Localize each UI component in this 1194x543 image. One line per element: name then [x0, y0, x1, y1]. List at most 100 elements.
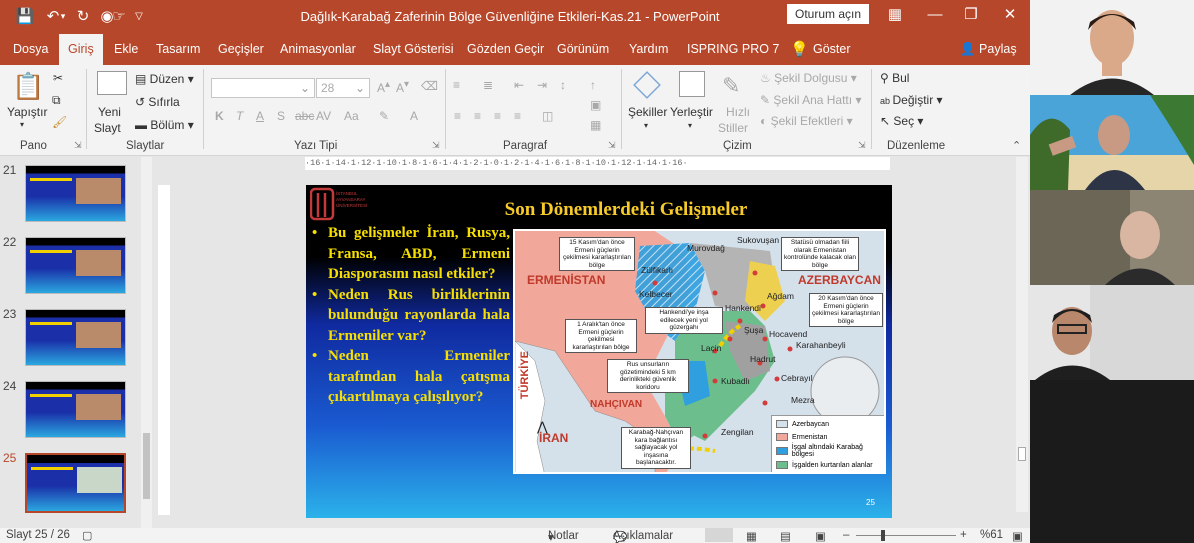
align-right-icon[interactable]: ≡	[494, 109, 501, 123]
shrink-font-icon[interactable]: A▾	[396, 79, 409, 95]
shapes-icon[interactable]	[633, 71, 661, 99]
find-button[interactable]: ⚲ Bul	[880, 71, 909, 85]
karabakh-map[interactable]: ERMENİSTAN AZERBAYCAN TÜRKİYE İRAN NAHÇI…	[513, 229, 886, 474]
scroll-thumb[interactable]	[1018, 447, 1026, 461]
quick-styles-icon[interactable]: ✎	[722, 73, 740, 99]
new-slide-icon[interactable]	[97, 71, 127, 95]
cut-icon[interactable]: ✂	[53, 71, 63, 85]
zoom-out-icon[interactable]: –	[843, 529, 849, 541]
slideshow-view-icon[interactable]: ▣	[815, 529, 826, 543]
justify-icon[interactable]: ≡	[514, 109, 521, 123]
select-button[interactable]: ↖ Seç ▾	[880, 114, 923, 128]
touch-mode-icon[interactable]: ☞	[108, 6, 130, 26]
replace-button[interactable]: ab Değiştir ▾	[880, 93, 943, 107]
tab-ekle[interactable]: Ekle	[114, 34, 138, 65]
tab-tasarim[interactable]: Tasarım	[156, 34, 200, 65]
font-size-combo[interactable]: 28 ⌄	[316, 78, 370, 98]
line-spacing-icon[interactable]: ↕	[560, 78, 566, 92]
text-direction-icon[interactable]: ↑	[590, 78, 596, 92]
paste-dropdown-icon[interactable]: ▾	[20, 120, 24, 129]
zoom-slider-thumb[interactable]	[881, 530, 885, 541]
thumbnails-scrollbar[interactable]	[141, 157, 152, 528]
bullets-icon[interactable]: ≡	[453, 78, 460, 92]
decrease-indent-icon[interactable]: ⇤	[514, 78, 524, 92]
change-case-icon[interactable]: Aa	[344, 109, 359, 123]
paste-icon[interactable]: 📋	[12, 71, 44, 102]
arrange-dropdown-icon[interactable]: ▾	[688, 121, 692, 130]
quick-styles-label-1[interactable]: Hızlı	[726, 105, 750, 119]
paragraph-launcher-icon[interactable]: ⇲	[608, 140, 616, 151]
shapes-button[interactable]: Şekiller	[628, 105, 667, 119]
increase-indent-icon[interactable]: ⇥	[537, 78, 547, 92]
tab-animasyonlar[interactable]: Animasyonlar	[280, 34, 356, 65]
columns-icon[interactable]: ◫	[542, 109, 553, 123]
slide-thumbnail[interactable]	[25, 381, 126, 438]
new-slide-label-1[interactable]: Yeni	[98, 105, 121, 119]
new-slide-label-2[interactable]: Slayt	[94, 121, 121, 135]
sign-in-button[interactable]: Oturum açın	[787, 4, 869, 24]
font-color-icon[interactable]: A	[410, 109, 418, 123]
font-name-combo[interactable]: ⌄	[211, 78, 315, 98]
participant-video[interactable]	[1030, 285, 1194, 380]
char-spacing-icon[interactable]: AV	[316, 109, 331, 123]
numbering-icon[interactable]: ≣	[483, 78, 493, 92]
tab-gecisler[interactable]: Geçişler	[218, 34, 264, 65]
align-text-icon[interactable]: ▣	[590, 98, 601, 112]
slide-title[interactable]: Son Dönemlerdeki Gelişmeler	[426, 199, 826, 221]
participant-video[interactable]	[1030, 95, 1194, 190]
slide-canvas[interactable]: İSTANBUL AYVANSARAY ÜNİVERSİTESİ Son Dön…	[306, 185, 892, 518]
participant-video[interactable]	[1030, 190, 1194, 285]
strikethrough-icon[interactable]: abc	[295, 109, 314, 123]
shapes-dropdown-icon[interactable]: ▾	[644, 121, 648, 130]
italic-icon[interactable]: T	[236, 109, 243, 123]
tab-giris[interactable]: Giriş	[59, 34, 103, 65]
shadow-icon[interactable]: S	[277, 109, 285, 123]
bold-icon[interactable]: K	[215, 109, 224, 123]
reset-button[interactable]: ↺ Sıfırla	[135, 95, 180, 109]
slide-thumbnail[interactable]	[25, 165, 126, 222]
slide-thumbnail[interactable]	[25, 237, 126, 294]
clear-format-icon[interactable]: ⌫	[421, 79, 438, 93]
copy-icon[interactable]: ⧉	[52, 93, 61, 108]
arrange-icon[interactable]	[679, 71, 705, 97]
bullet-list[interactable]: Bu gelişmeler İran, Rusya, Fransa, ABD, …	[310, 223, 510, 408]
shape-effects-button[interactable]: ◐ Şekil Efektleri ▾	[760, 114, 853, 128]
format-painter-icon[interactable]: 🖌	[52, 115, 67, 129]
share-button[interactable]: 👤 Paylaş	[960, 34, 1017, 65]
zoom-in-icon[interactable]: +	[960, 529, 967, 541]
tab-ispring[interactable]: ISPRING PRO 7	[687, 34, 779, 65]
tell-me-button[interactable]: Göster	[813, 34, 851, 65]
align-center-icon[interactable]: ≡	[474, 109, 481, 123]
scroll-thumb[interactable]	[143, 433, 150, 499]
underline-icon[interactable]: A	[256, 109, 264, 123]
smartart-icon[interactable]: ▦	[590, 118, 601, 132]
reading-view-icon[interactable]: ▤	[780, 529, 791, 543]
zoom-slider[interactable]	[856, 535, 956, 536]
section-button[interactable]: ▬ Bölüm ▾	[135, 118, 194, 132]
customize-qat-icon[interactable]: ▽	[128, 6, 150, 26]
undo-dropdown-icon[interactable]: ▾	[58, 6, 68, 26]
collapse-ribbon-icon[interactable]: ⌃	[1012, 139, 1021, 152]
editor-scrollbar[interactable]	[1016, 157, 1028, 512]
minimize-icon[interactable]: —	[920, 4, 950, 26]
save-icon[interactable]: 💾	[14, 6, 36, 26]
tab-gozden-gecir[interactable]: Gözden Geçir	[467, 34, 544, 65]
slide-thumbnail[interactable]	[25, 309, 126, 366]
normal-view-icon[interactable]	[705, 528, 733, 542]
slide-thumbnail-selected[interactable]	[25, 453, 126, 513]
layout-button[interactable]: ▤ Düzen ▾	[135, 72, 194, 86]
arrange-button[interactable]: Yerleştir	[670, 105, 713, 119]
ribbon-display-icon[interactable]: ▦	[880, 4, 910, 26]
fit-slide-icon[interactable]: ▣	[1012, 529, 1023, 543]
tab-slayt-gosterisi[interactable]: Slayt Gösterisi	[373, 34, 454, 65]
redo-icon[interactable]: ↻	[72, 6, 94, 26]
pano-launcher-icon[interactable]: ⇲	[74, 140, 82, 151]
accessibility-icon[interactable]: ▢	[82, 529, 92, 542]
maximize-icon[interactable]: ❐	[956, 4, 986, 26]
tab-dosya[interactable]: Dosya	[13, 34, 48, 65]
zoom-level[interactable]: %61	[980, 529, 1003, 541]
close-icon[interactable]: ✕	[995, 4, 1025, 26]
quick-styles-label-2[interactable]: Stiller	[718, 121, 748, 135]
paste-button[interactable]: Yapıştır	[7, 105, 47, 119]
tab-yardim[interactable]: Yardım	[629, 34, 668, 65]
